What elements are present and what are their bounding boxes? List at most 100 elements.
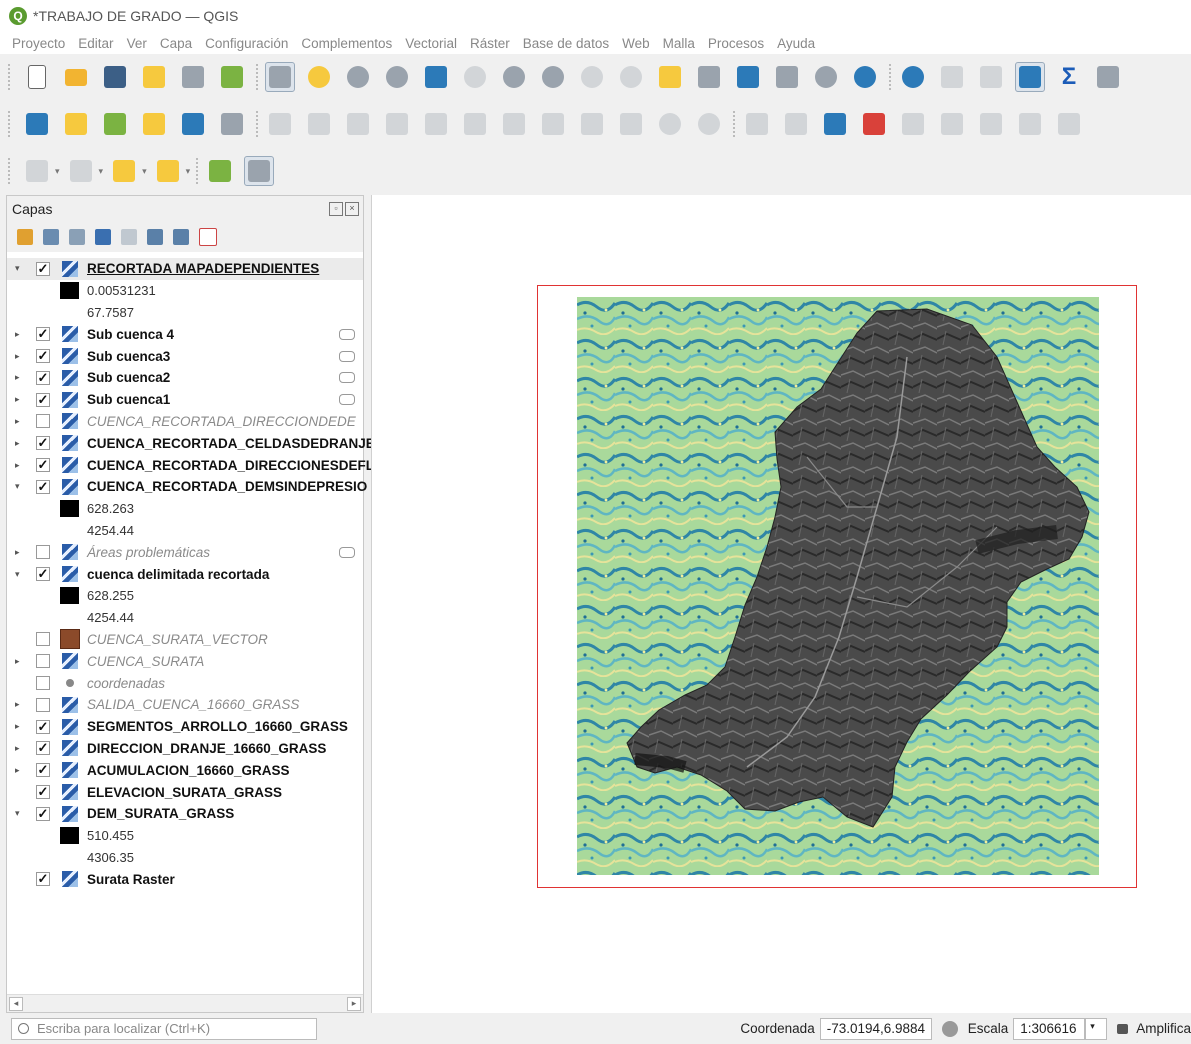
chevron-right-icon[interactable]: ▸ [15,743,25,754]
layer-item[interactable]: ▾ ✓ CUENCA_RECORTADA_DEMSINDEPRESIO [7,476,367,498]
layer-visibility-checkbox[interactable] [36,697,50,712]
grass-mapset-button[interactable] [244,156,275,186]
close-icon[interactable]: × [345,202,359,216]
label-properties-button[interactable] [1054,109,1084,139]
layer-visibility-checkbox[interactable] [36,676,50,691]
layer-visibility-checkbox[interactable]: ✓ [36,327,50,342]
data-source-manager-button[interactable] [22,109,52,139]
chevron-down-icon[interactable]: ▾ [1085,1017,1108,1040]
unplaced-labels-button[interactable] [859,109,889,139]
map-canvas[interactable] [371,195,1191,1013]
new-print-layout-button[interactable] [139,62,169,92]
temporal-controller-button[interactable] [811,62,841,92]
filter-indicator-icon[interactable] [339,546,355,558]
field-calculator-button[interactable] [976,62,1006,92]
processing-toolbox-button[interactable] [1015,62,1045,92]
new-shapefile-layer-button[interactable] [100,109,130,139]
zoom-out-button[interactable] [382,62,412,92]
layer-item[interactable]: ▸ ✓ SEGMENTOS_ARROLLO_16660_GRASS [7,716,363,738]
label-toolbar-button[interactable] [742,109,772,139]
layer-visibility-checkbox[interactable]: ✓ [36,370,50,385]
layer-visibility-checkbox[interactable]: ✓ [36,806,50,821]
undo-button[interactable] [655,109,685,139]
save-project-button[interactable] [100,62,130,92]
layer-item[interactable]: ▸ ✓ CUENCA_RECORTADA_DIRECCIONESDEFL [7,454,374,476]
zoom-full-button[interactable] [421,62,451,92]
show-hide-labels-button[interactable] [1015,109,1045,139]
filter-indicator-icon[interactable] [339,372,355,384]
chevron-right-icon[interactable]: ▸ [15,721,25,732]
save-edits-button[interactable] [343,109,373,139]
chevron-down-icon[interactable]: ▾ [186,166,191,177]
new-geopackage-layer-button[interactable] [61,109,91,139]
zoom-native-button[interactable] [538,62,568,92]
style-manager-button[interactable] [217,62,247,92]
paste-features-button[interactable] [616,109,646,139]
float-panel-icon[interactable]: ▫ [329,202,343,216]
menu-proyecto[interactable]: Proyecto [12,36,65,51]
layer-visibility-checkbox[interactable]: ✓ [36,567,50,582]
filter-icon[interactable] [95,229,111,245]
statistical-summary-button[interactable]: Σ [1054,62,1084,92]
chevron-right-icon[interactable]: ▸ [15,329,25,340]
chevron-down-icon[interactable]: ▾ [15,481,25,492]
zoom-selection-button[interactable] [460,62,490,92]
toolbar-grip[interactable] [8,158,14,184]
chevron-down-icon[interactable]: ▾ [142,166,147,177]
menu-procesos[interactable]: Procesos [708,36,764,51]
layer-visibility-checkbox[interactable]: ✓ [36,458,50,473]
toolbar-grip[interactable] [8,111,14,137]
new-project-button[interactable] [22,62,52,92]
open-project-button[interactable] [61,62,91,92]
layer-visibility-checkbox[interactable]: ✓ [36,741,50,756]
chevron-right-icon[interactable]: ▸ [15,394,25,405]
open-styling-icon[interactable] [17,229,33,245]
layer-item[interactable]: ▾ ✓ DEM_SURATA_GRASS [7,803,363,825]
chevron-down-icon[interactable]: ▾ [99,166,104,177]
layer-item[interactable]: ▸ Áreas problemáticas [7,541,363,563]
layer-visibility-checkbox[interactable]: ✓ [36,785,50,800]
layer-item[interactable]: ▾ ✓ RECORTADA MAPADEPENDIENTES [7,258,363,280]
attribute-table-button[interactable] [937,62,967,92]
layer-visibility-checkbox[interactable] [36,545,50,560]
pan-map-button[interactable] [265,62,295,92]
layer-item[interactable]: ▾ ✓ cuenca delimitada recortada [7,563,363,585]
chevron-down-icon[interactable]: ▾ [15,263,25,274]
new-3d-view-button[interactable] [694,62,724,92]
menu-vectorial[interactable]: Vectorial [405,36,457,51]
lock-icon[interactable] [1117,1023,1129,1034]
select-features-button[interactable] [22,156,52,186]
menu-ayuda[interactable]: Ayuda [777,36,815,51]
layer-visibility-checkbox[interactable]: ✓ [36,719,50,734]
grass-tools-button[interactable] [205,156,235,186]
zoom-next-button[interactable] [616,62,646,92]
layout-manager-button[interactable] [178,62,208,92]
layer-item[interactable]: coordenadas [7,672,363,694]
change-label-button[interactable] [976,109,1006,139]
menu-editar[interactable]: Editar [78,36,113,51]
select-by-value-button[interactable] [66,156,96,186]
collapse-all-icon[interactable] [173,229,189,245]
layer-visibility-checkbox[interactable] [36,632,50,647]
filter-indicator-icon[interactable] [339,328,355,340]
rotate-label-button[interactable] [937,109,967,139]
layer-item[interactable]: ▸ SALIDA_CUENCA_16660_GRASS [7,694,363,716]
chevron-right-icon[interactable]: ▸ [15,416,25,427]
layer-visibility-checkbox[interactable]: ✓ [36,872,50,887]
chevron-right-icon[interactable]: ▸ [15,438,25,449]
menu-configuracion[interactable]: Configuración [205,36,288,51]
layer-visibility-checkbox[interactable]: ✓ [36,436,50,451]
chevron-right-icon[interactable]: ▸ [15,351,25,362]
layer-visibility-checkbox[interactable]: ✓ [36,763,50,778]
filter-expression-icon[interactable] [121,229,137,245]
highlight-pinned-labels-button[interactable] [820,109,850,139]
add-group-icon[interactable] [43,229,59,245]
layer-item[interactable]: ✓ ELEVACION_SURATA_GRASS [7,781,363,803]
layer-item[interactable]: ▸ ✓ Sub cuenca1 [7,389,363,411]
chevron-right-icon[interactable]: ▸ [15,656,25,667]
move-label-button[interactable] [898,109,928,139]
layer-item[interactable]: ✓ Surata Raster [7,868,363,890]
new-map-view-button[interactable] [655,62,685,92]
scroll-right-icon[interactable]: ▸ [347,997,361,1011]
chevron-down-icon[interactable]: ▾ [15,569,25,580]
